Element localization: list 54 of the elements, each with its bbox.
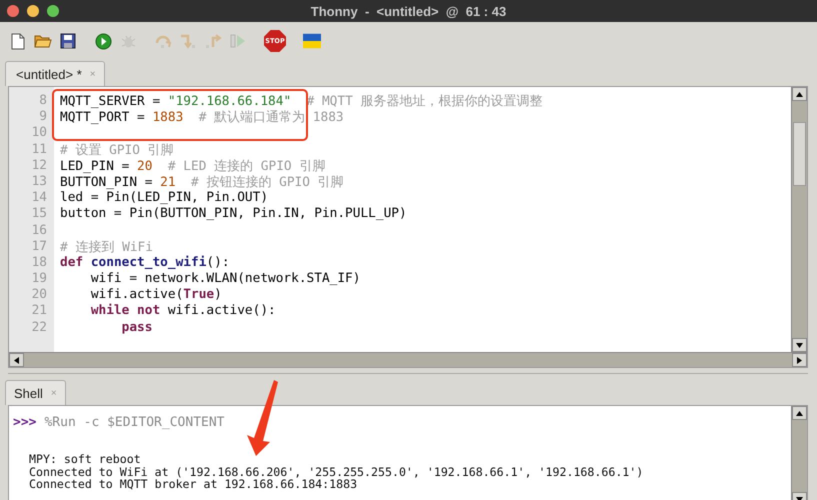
close-window-button[interactable] bbox=[7, 5, 19, 17]
shell-tab[interactable]: Shell × bbox=[5, 380, 66, 405]
line-number: 8 bbox=[39, 93, 47, 110]
code-line: button = Pin(BUTTON_PIN, Pin.IN, Pin.PULL_UP) bbox=[60, 206, 408, 222]
vertical-scrollbar[interactable] bbox=[791, 87, 807, 352]
code-line: MQTT_PORT = 1883 # 默认端口通常为 1883 bbox=[60, 109, 345, 126]
scroll-up-icon[interactable] bbox=[796, 410, 803, 416]
code-line: wifi = network.WLAN(network.STA_IF) bbox=[90, 271, 362, 288]
code-line: def connect_to_wifi(): bbox=[60, 254, 231, 272]
code-line: wifi.active(True) bbox=[90, 287, 223, 304]
code-line: # 连接到 WiFi bbox=[60, 238, 154, 255]
editor-tab[interactable]: <untitled> * × bbox=[5, 61, 105, 86]
shell-command: %Run -c $EDITOR_CONTENT bbox=[44, 415, 224, 432]
code-line: led = Pin(LED_PIN, Pin.OUT) bbox=[60, 190, 270, 206]
code-line: # 设置 GPIO 引脚 bbox=[60, 142, 175, 158]
tab-title: <untitled> * bbox=[16, 66, 82, 82]
code-line: LED_PIN = 20 # LED 连接的 GPIO 引脚 bbox=[60, 158, 326, 174]
scroll-down-icon[interactable] bbox=[796, 342, 803, 348]
scrollbar-thumb[interactable] bbox=[793, 122, 806, 186]
minimize-window-button[interactable] bbox=[27, 5, 39, 17]
horizontal-scrollbar[interactable] bbox=[9, 352, 807, 367]
line-number: 17 bbox=[32, 238, 47, 255]
shell-prompt: >>> bbox=[13, 415, 36, 432]
code-line: while not wifi.active(): bbox=[90, 303, 277, 320]
scroll-right-icon[interactable] bbox=[797, 356, 802, 364]
line-number: 15 bbox=[32, 206, 47, 222]
line-number: 19 bbox=[32, 271, 47, 288]
maximize-window-button[interactable] bbox=[47, 5, 59, 17]
line-number: 22 bbox=[32, 320, 47, 336]
line-number: 20 bbox=[32, 287, 47, 304]
scroll-down-icon[interactable] bbox=[796, 496, 803, 500]
window-title: Thonny - <untitled> @ 61 : 43 bbox=[310, 4, 506, 18]
vertical-scrollbar[interactable] bbox=[791, 406, 807, 500]
line-number: 9 bbox=[39, 109, 47, 126]
code-line: pass bbox=[120, 320, 154, 336]
shell-output-line: MPY: soft reboot bbox=[28, 453, 142, 466]
line-number: 11 bbox=[32, 142, 47, 158]
line-number: 18 bbox=[32, 254, 47, 272]
new-file-icon[interactable] bbox=[11, 32, 25, 50]
scroll-left-icon[interactable] bbox=[14, 356, 19, 364]
scroll-up-icon[interactable] bbox=[796, 92, 803, 96]
tab-title: Shell bbox=[14, 386, 43, 400]
shell-output-line: Connected to WiFi at ('192.168.66.206', '255.255.255.0', '192.168.66.1', '192.168.66.1') bbox=[28, 466, 644, 478]
flag-icon[interactable] bbox=[303, 33, 321, 49]
line-number: 14 bbox=[32, 190, 47, 206]
run-icon[interactable] bbox=[94, 32, 112, 50]
folder-icon[interactable] bbox=[34, 33, 52, 49]
code-line: BUTTON_PIN = 21 # 按钮连接的 GPIO 引脚 bbox=[60, 174, 345, 190]
line-number: 21 bbox=[32, 303, 47, 320]
line-number: 10 bbox=[32, 125, 47, 142]
shell-output-line: Connected to MQTT broker at 192.168.66.184:1883 bbox=[28, 478, 358, 491]
line-number: 12 bbox=[32, 158, 47, 174]
line-number: 13 bbox=[32, 174, 47, 190]
line-number: 16 bbox=[32, 222, 47, 239]
